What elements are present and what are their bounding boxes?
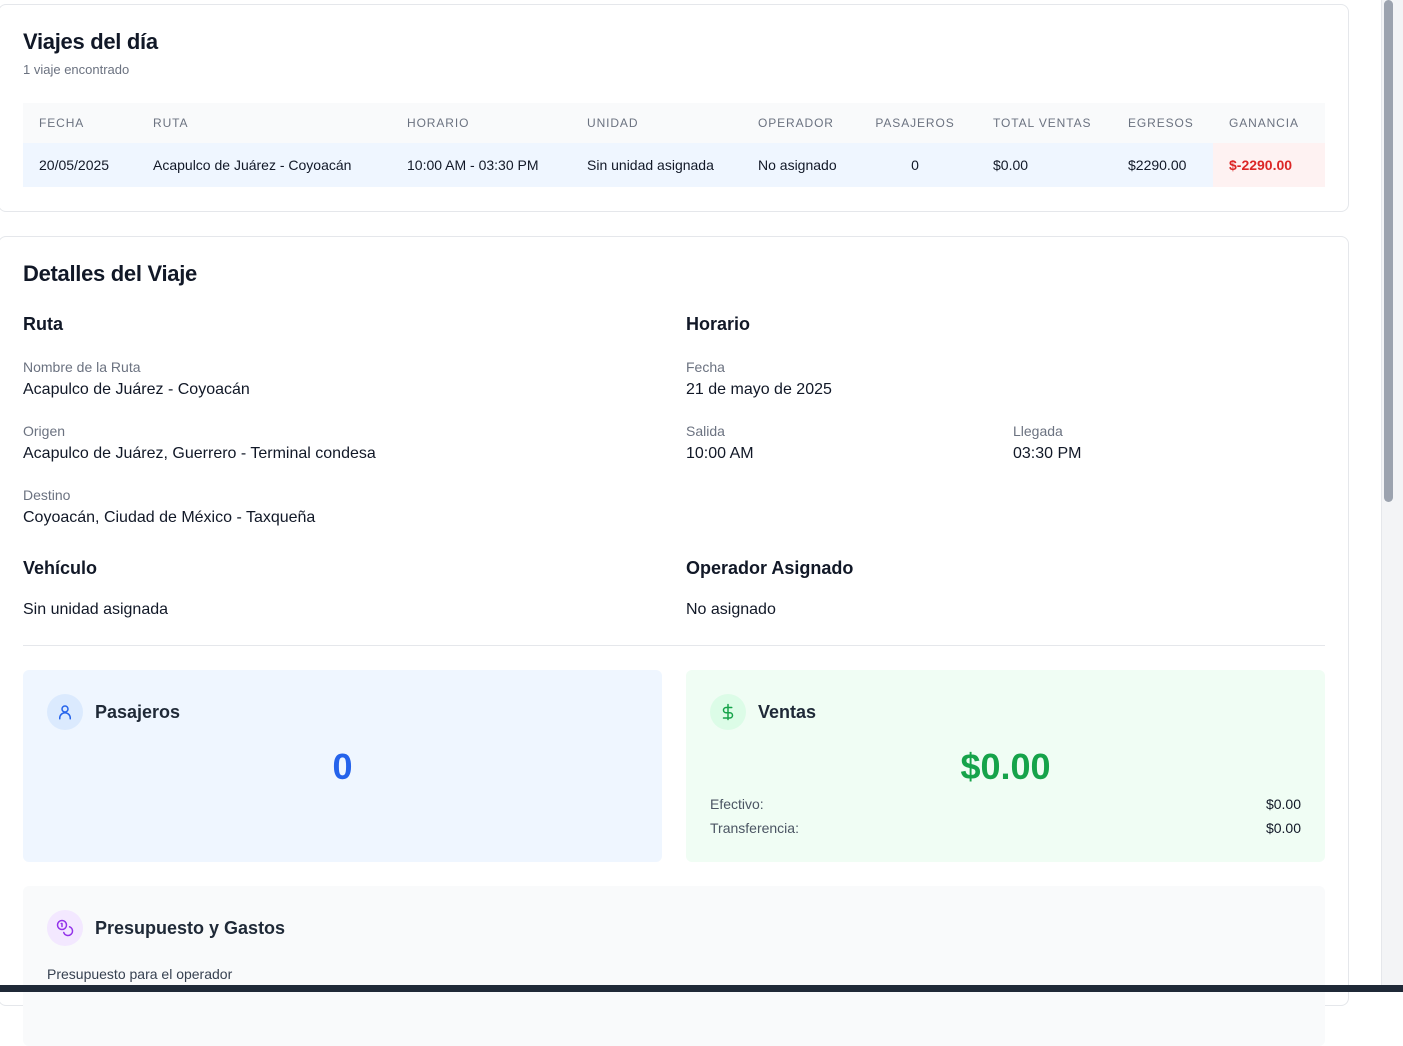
table-row[interactable]: 20/05/2025 Acapulco de Juárez - Coyoacán… xyxy=(23,143,1325,187)
transfer-label: Transferencia: xyxy=(710,820,799,836)
sales-title: Ventas xyxy=(758,702,817,722)
dollar-icon xyxy=(710,694,746,730)
arrival-label: Llegada xyxy=(1013,423,1063,439)
trips-count: 1 viaje encontrado xyxy=(23,62,130,77)
destination-value: Coyoacán, Ciudad de México - Taxqueña xyxy=(23,509,316,526)
table-header-row: FECHA RUTA HORARIO UNIDAD OPERADOR PASAJ… xyxy=(23,103,1325,143)
cell-ruta: Acapulco de Juárez - Coyoacán xyxy=(137,143,391,187)
col-egresos: EGRESOS xyxy=(1128,116,1194,130)
route-name-value: Acapulco de Juárez - Coyoacán xyxy=(23,381,250,398)
col-total-ventas: TOTAL VENTAS xyxy=(993,116,1092,130)
budget-card: Presupuesto y Gastos Presupuesto para el… xyxy=(23,886,1325,1046)
cell-operador: No asignado xyxy=(742,143,853,187)
operator-heading: Operador Asignado xyxy=(686,558,854,578)
col-operador: OPERADOR xyxy=(758,116,834,130)
sales-card: Ventas $0.00 Efectivo: $0.00 Transferenc… xyxy=(686,670,1325,862)
sales-total: $0.00 xyxy=(960,746,1051,787)
arrival-value: 03:30 PM xyxy=(1013,445,1082,462)
budget-title: Presupuesto y Gastos xyxy=(95,918,286,938)
cell-fecha: 20/05/2025 xyxy=(23,143,137,187)
passengers-count: 0 xyxy=(332,746,353,787)
operator-value: No asignado xyxy=(686,601,776,618)
departure-value: 10:00 AM xyxy=(686,445,754,462)
trips-table: FECHA RUTA HORARIO UNIDAD OPERADOR PASAJ… xyxy=(23,103,1325,187)
cell-unidad: Sin unidad asignada xyxy=(571,143,742,187)
operator-budget-label: Presupuesto para el operador xyxy=(47,966,233,982)
cell-pasajeros: 0 xyxy=(853,143,977,187)
trips-card: Viajes del día 1 viaje encontrado FECHA … xyxy=(0,4,1349,212)
passengers-card: Pasajeros 0 xyxy=(23,670,662,862)
bottom-edge xyxy=(0,985,1403,992)
cash-label: Efectivo: xyxy=(710,796,764,812)
col-ruta: RUTA xyxy=(153,116,189,130)
origin-value: Acapulco de Juárez, Guerrero - Terminal … xyxy=(23,445,376,462)
date-value: 21 de mayo de 2025 xyxy=(686,381,832,398)
date-label: Fecha xyxy=(686,359,725,375)
user-icon xyxy=(47,694,83,730)
col-horario: HORARIO xyxy=(407,116,470,130)
cash-value: $0.00 xyxy=(1265,796,1301,812)
passengers-title: Pasajeros xyxy=(95,702,181,722)
col-unidad: UNIDAD xyxy=(587,116,639,130)
cell-total-ventas: $0.00 xyxy=(977,143,1112,187)
details-card: Detalles del Viaje Ruta Nombre de la Rut… xyxy=(0,236,1349,1046)
details-title: Detalles del Viaje xyxy=(23,261,197,286)
col-fecha: FECHA xyxy=(39,116,85,130)
cell-horario: 10:00 AM - 03:30 PM xyxy=(391,143,571,187)
cell-egresos: $2290.00 xyxy=(1112,143,1213,187)
origin-label: Origen xyxy=(23,423,66,439)
ruta-heading: Ruta xyxy=(23,314,63,334)
transfer-value: $0.00 xyxy=(1265,820,1301,836)
destination-label: Destino xyxy=(23,487,71,503)
coins-icon xyxy=(47,910,83,946)
page: Viajes del día 1 viaje encontrado FECHA … xyxy=(0,0,1403,1046)
col-pasajeros: PASAJEROS xyxy=(875,116,955,130)
col-ganancia: GANANCIA xyxy=(1229,116,1299,130)
vehicle-heading: Vehículo xyxy=(23,558,98,578)
cell-ganancia: $-2290.00 xyxy=(1213,143,1325,187)
horario-heading: Horario xyxy=(686,314,751,334)
route-name-label: Nombre de la Ruta xyxy=(23,359,141,375)
departure-label: Salida xyxy=(686,423,725,439)
vehicle-value: Sin unidad asignada xyxy=(23,601,169,618)
divider xyxy=(23,645,1325,646)
trips-title: Viajes del día xyxy=(23,29,158,54)
scrollbar-thumb[interactable] xyxy=(1384,0,1393,502)
